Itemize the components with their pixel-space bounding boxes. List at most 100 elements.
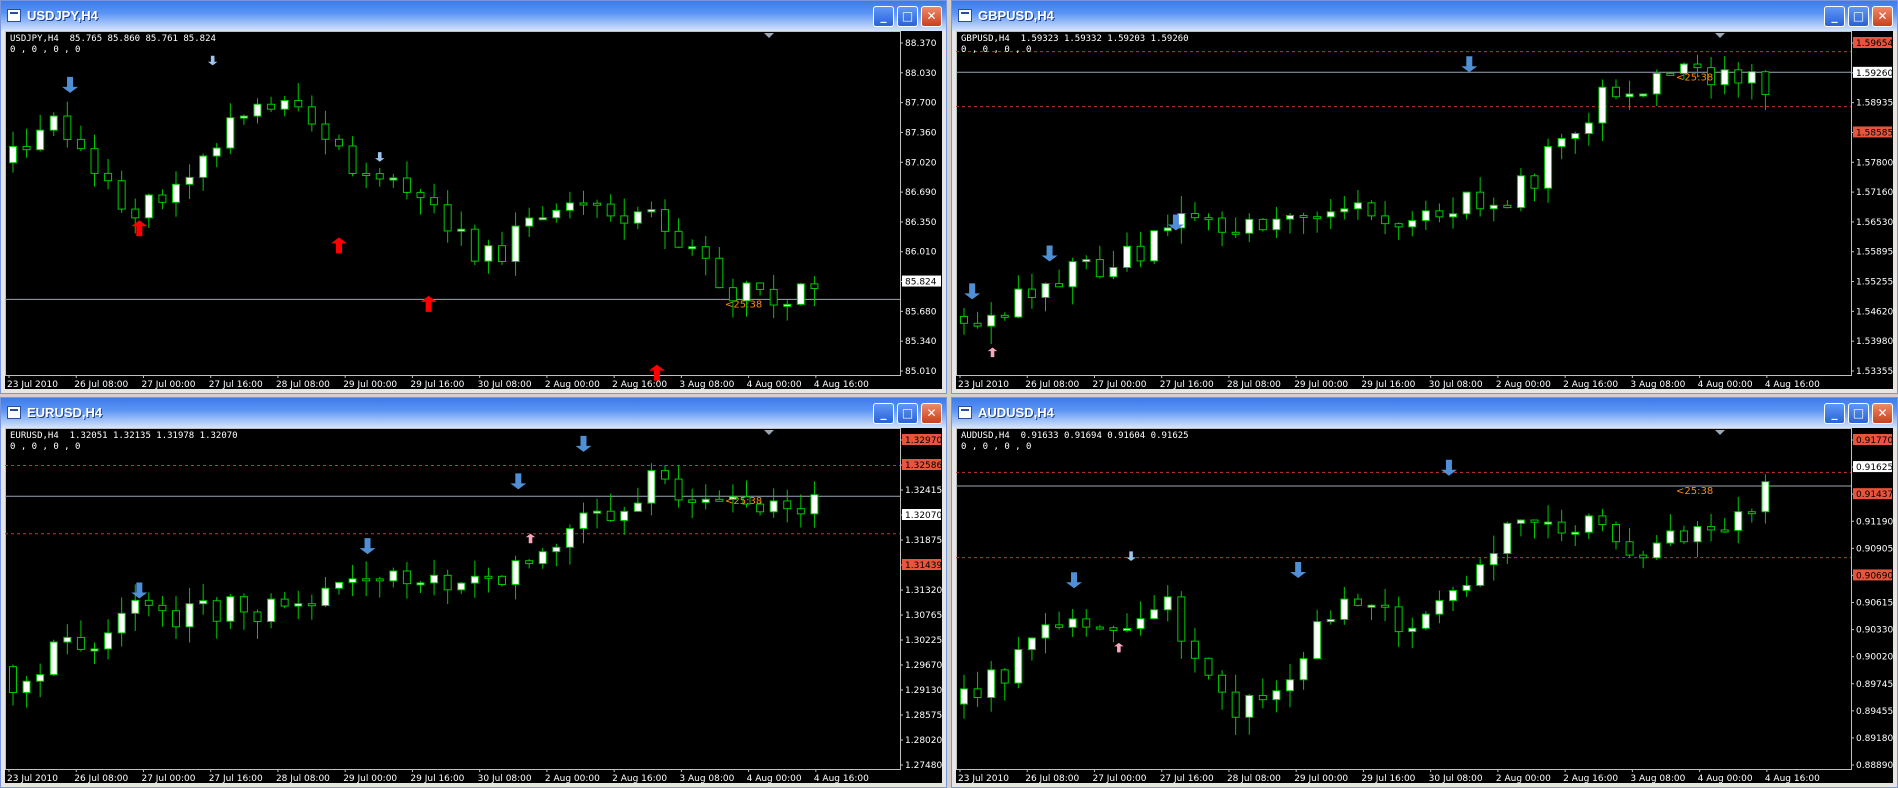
candle-body [348, 578, 357, 583]
price-axis-label: 1.53980 [1856, 337, 1893, 347]
candle-body [457, 582, 466, 591]
candle-body [633, 211, 642, 224]
title-bar[interactable]: USDJPY,H4 _ □ ✕ [1, 1, 946, 31]
price-axis-label: 1.56530 [1856, 218, 1893, 228]
time-axis-label: 4 Aug 16:00 [1765, 380, 1820, 389]
price-axis-label: 87.700 [905, 99, 937, 109]
title-bar[interactable]: GBPUSD,H4 _ □ ✕ [952, 1, 1897, 31]
price-chart[interactable]: <25:38 0.91770 0.91625 0.91437 0.91190 0.9090… [956, 428, 1893, 783]
candle-body [402, 570, 411, 585]
time-axis-label: 3 Aug 08:00 [679, 380, 734, 389]
candle-body [565, 527, 574, 548]
candle-body [430, 574, 439, 584]
chart-window-audusd[interactable]: AUDUSD,H4 _ □ ✕ <25:38 0.91770 0.91625 0.91… [951, 397, 1898, 788]
candle-body [484, 245, 493, 262]
time-axis-label: 27 Jul 16:00 [1160, 380, 1214, 389]
candle-body [239, 115, 248, 119]
candle-body [144, 599, 153, 606]
time-axis-label: 23 Jul 2010 [7, 380, 58, 389]
minimize-button[interactable]: _ [1824, 403, 1845, 424]
candle-body [1435, 600, 1444, 615]
candle-body [1693, 526, 1702, 543]
candle-body [1598, 86, 1607, 124]
time-axis-label: 27 Jul 16:00 [209, 774, 263, 783]
time-axis-label: 29 Jul 16:00 [1361, 380, 1415, 389]
price-chart[interactable]: <25:38 88.370 88.030 87.700 87.360 87.020 86.6… [5, 31, 942, 389]
price-axis-label: 1.31875 [905, 536, 942, 546]
candle-body [1489, 553, 1498, 566]
time-axis-label: 29 Jul 16:00 [410, 774, 464, 783]
chart-info-line: GBPUSD,H4 1.59323 1.59332 1.59203 1.5926… [961, 34, 1189, 55]
chart-window-eurusd[interactable]: EURUSD,H4 _ □ ✕ <25:38 1.32970 1.32586 1.32… [0, 397, 947, 788]
price-chart[interactable]: <25:38 1.32970 1.32586 1.32415 1.32070 1.3187… [5, 428, 942, 783]
price-axis-label: 86.010 [905, 248, 937, 258]
time-axis-label: 2 Aug 00:00 [1496, 380, 1551, 389]
candle-body [1503, 204, 1512, 209]
chart-info-line: AUDUSD,H4 0.91633 0.91694 0.91604 0.9162… [961, 431, 1189, 452]
candle-body [1000, 314, 1009, 318]
candle-body [76, 138, 85, 150]
time-axis-label: 28 Jul 08:00 [1227, 774, 1281, 783]
minimize-button[interactable]: _ [1824, 6, 1845, 27]
time-axis-label: 4 Aug 16:00 [814, 380, 869, 389]
candle-body [158, 604, 167, 612]
minimize-button[interactable]: _ [873, 6, 894, 27]
candle-body [796, 283, 805, 305]
candle-body [620, 215, 629, 224]
candle-body [1652, 72, 1661, 95]
maximize-button[interactable]: □ [1848, 6, 1869, 27]
candle-body [1476, 564, 1485, 586]
price-chart[interactable]: <25:38 1.59654 1.59260 1.58935 1.58585 1.5780… [956, 31, 1893, 389]
candle-body [1299, 214, 1308, 218]
minimize-button[interactable]: _ [873, 403, 894, 424]
candle-body [1014, 649, 1023, 684]
time-axis-label: 30 Jul 08:00 [478, 774, 532, 783]
candle-body [1639, 554, 1648, 559]
candle-body [1408, 627, 1417, 633]
maximize-button[interactable]: □ [1848, 403, 1869, 424]
title-bar[interactable]: AUDUSD,H4 _ □ ✕ [952, 398, 1897, 428]
candle-body [335, 138, 343, 147]
candle-body [117, 612, 126, 634]
candle-body [375, 173, 384, 180]
candle-body [49, 115, 58, 131]
close-button[interactable]: ✕ [921, 403, 942, 424]
candle-body [756, 282, 765, 290]
candle-body [416, 582, 425, 586]
title-bar[interactable]: EURUSD,H4 _ □ ✕ [1, 398, 946, 428]
candle-body [104, 172, 113, 182]
price-axis-label: 85.010 [905, 367, 937, 377]
candle-body [9, 145, 17, 164]
candle-body [9, 666, 17, 694]
chart-window-usdjpy[interactable]: USDJPY,H4 _ □ ✕ <25:38 88.370 88.030 87.700… [0, 0, 947, 394]
price-axis-label: 0.90615 [1856, 599, 1893, 609]
candle-body [307, 106, 316, 125]
candle-body [1150, 609, 1159, 620]
window-title: USDJPY,H4 [27, 8, 98, 23]
candle-body [470, 575, 479, 584]
candle-body [307, 603, 316, 607]
candle-body [1557, 521, 1566, 534]
plot-frame [5, 31, 901, 376]
chart-canvas: <25:38 88.370 88.030 87.700 87.360 87.020 86.6… [5, 31, 941, 389]
price-axis-label: 86.350 [905, 218, 937, 228]
close-button[interactable]: ✕ [1872, 403, 1893, 424]
candle-body [987, 314, 996, 327]
price-axis-label: 0.90020 [1856, 653, 1893, 663]
maximize-button[interactable]: □ [897, 6, 918, 27]
candle-body [1666, 72, 1675, 76]
candle-body [647, 470, 656, 504]
price-axis-label: 1.32070 [905, 511, 942, 521]
maximize-button[interactable]: □ [897, 403, 918, 424]
candle-body [552, 209, 561, 219]
close-button[interactable]: ✕ [1872, 6, 1893, 27]
time-axis-label: 2 Aug 16:00 [1563, 380, 1618, 389]
candle-body [1666, 530, 1675, 544]
price-axis-label: 1.54620 [1856, 307, 1893, 317]
chart-window-gbpusd[interactable]: GBPUSD,H4 _ □ ✕ <25:38 1.59654 1.59260 1.58… [951, 0, 1898, 394]
candle-body [1353, 598, 1362, 606]
candle-body [960, 688, 968, 705]
candle-body [362, 172, 371, 176]
close-button[interactable]: ✕ [921, 6, 942, 27]
candle-body [1747, 71, 1756, 84]
